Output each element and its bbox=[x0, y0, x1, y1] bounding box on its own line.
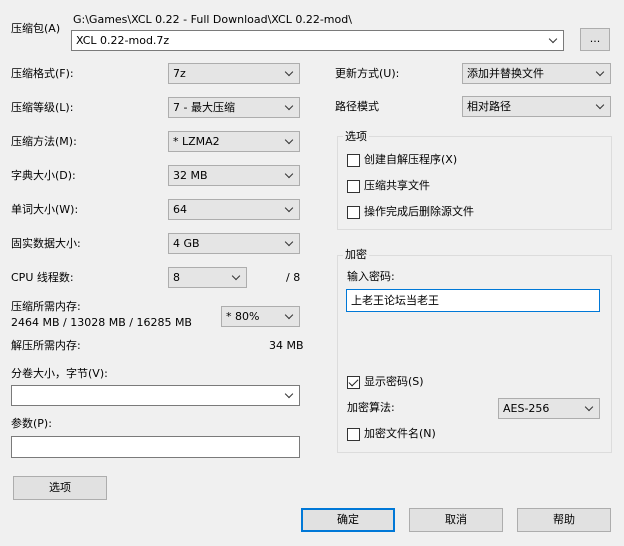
enc-method-label: 加密算法: bbox=[347, 401, 395, 414]
path-mode-combo[interactable]: 相对路径 bbox=[462, 96, 611, 117]
word-value: 64 bbox=[173, 203, 187, 216]
dict-label: 字典大小(D): bbox=[11, 169, 76, 182]
chevron-down-icon bbox=[586, 404, 594, 412]
sfx-checkbox[interactable] bbox=[347, 154, 360, 167]
password-label: 输入密码: bbox=[347, 270, 395, 283]
encrypt-filenames-checkbox[interactable] bbox=[347, 428, 360, 441]
decomp-value: 34 MB bbox=[269, 339, 304, 352]
level-combo[interactable]: 7 - 最大压缩 bbox=[168, 97, 300, 118]
archive-label: 压缩包(A) bbox=[11, 22, 61, 35]
chevron-down-icon bbox=[286, 239, 294, 247]
format-value: 7z bbox=[173, 67, 186, 80]
browse-button[interactable]: ... bbox=[580, 28, 610, 51]
chevron-down-icon bbox=[286, 103, 294, 111]
params-label: 参数(P): bbox=[11, 417, 52, 430]
password-input[interactable]: 上老王论坛当老王 bbox=[346, 289, 600, 312]
chevron-down-icon bbox=[233, 273, 241, 281]
chevron-down-icon bbox=[286, 137, 294, 145]
chevron-down-icon bbox=[597, 69, 605, 77]
decomp-label: 解压所需内存: bbox=[11, 339, 81, 352]
help-button[interactable]: 帮助 bbox=[517, 508, 611, 532]
threads-label: CPU 线程数: bbox=[11, 271, 74, 284]
method-label: 压缩方法(M): bbox=[11, 135, 77, 148]
cancel-button[interactable]: 取消 bbox=[409, 508, 503, 532]
enc-method-combo[interactable]: AES-256 bbox=[498, 398, 600, 419]
threads-value: 8 bbox=[173, 271, 180, 284]
shared-checkbox[interactable] bbox=[347, 180, 360, 193]
update-value: 添加并替换文件 bbox=[467, 67, 544, 80]
update-combo[interactable]: 添加并替换文件 bbox=[462, 63, 611, 84]
mem-detail: 2464 MB / 13028 MB / 16285 MB bbox=[11, 316, 192, 329]
path-mode-value: 相对路径 bbox=[467, 100, 511, 113]
update-label: 更新方式(U): bbox=[335, 67, 400, 80]
threads-combo[interactable]: 8 bbox=[168, 267, 247, 288]
split-label: 分卷大小，字节(V): bbox=[11, 367, 108, 380]
chevron-down-icon bbox=[286, 171, 294, 179]
params-input[interactable] bbox=[11, 436, 300, 458]
dict-combo[interactable]: 32 MB bbox=[168, 165, 300, 186]
solid-value: 4 GB bbox=[173, 237, 200, 250]
chevron-down-icon bbox=[286, 312, 294, 320]
dict-value: 32 MB bbox=[173, 169, 208, 182]
delete-checkbox[interactable] bbox=[347, 206, 360, 219]
solid-combo[interactable]: 4 GB bbox=[168, 233, 300, 254]
encryption-group bbox=[337, 255, 612, 453]
chevron-down-icon bbox=[286, 391, 294, 399]
shared-label: 压缩共享文件 bbox=[364, 179, 430, 192]
level-value: 7 - 最大压缩 bbox=[173, 101, 235, 114]
path-mode-label: 路径模式 bbox=[335, 100, 379, 113]
encrypt-filenames-label: 加密文件名(N) bbox=[364, 427, 436, 440]
encryption-group-title: 加密 bbox=[343, 248, 369, 262]
method-value: * LZMA2 bbox=[173, 135, 220, 148]
archive-path: G:\Games\XCL 0.22 - Full Download\XCL 0.… bbox=[73, 13, 352, 26]
split-combo[interactable] bbox=[11, 385, 300, 406]
threads-total: / 8 bbox=[286, 271, 301, 284]
chevron-down-icon bbox=[286, 69, 294, 77]
show-password-checkbox[interactable] bbox=[347, 376, 360, 389]
word-combo[interactable]: 64 bbox=[168, 199, 300, 220]
level-label: 压缩等级(L): bbox=[11, 101, 74, 114]
mem-combo[interactable]: * 80% bbox=[221, 306, 300, 327]
method-combo[interactable]: * LZMA2 bbox=[168, 131, 300, 152]
mem-value: * 80% bbox=[226, 310, 260, 323]
mem-label: 压缩所需内存: bbox=[11, 300, 81, 313]
ok-button[interactable]: 确定 bbox=[301, 508, 395, 532]
solid-label: 固实数据大小: bbox=[11, 237, 81, 250]
options-button[interactable]: 选项 bbox=[13, 476, 107, 500]
archive-name-value: XCL 0.22-mod.7z bbox=[76, 34, 170, 47]
chevron-down-icon bbox=[286, 205, 294, 213]
show-password-label: 显示密码(S) bbox=[364, 375, 424, 388]
delete-label: 操作完成后删除源文件 bbox=[364, 205, 474, 218]
word-label: 单词大小(W): bbox=[11, 203, 79, 216]
archive-name-combo[interactable]: XCL 0.22-mod.7z bbox=[71, 30, 564, 51]
options-group-title: 选项 bbox=[343, 130, 369, 144]
enc-method-value: AES-256 bbox=[503, 402, 550, 415]
format-combo[interactable]: 7z bbox=[168, 63, 300, 84]
format-label: 压缩格式(F): bbox=[11, 67, 74, 80]
sfx-label: 创建自解压程序(X) bbox=[364, 153, 458, 166]
chevron-down-icon bbox=[550, 36, 558, 44]
chevron-down-icon bbox=[597, 102, 605, 110]
